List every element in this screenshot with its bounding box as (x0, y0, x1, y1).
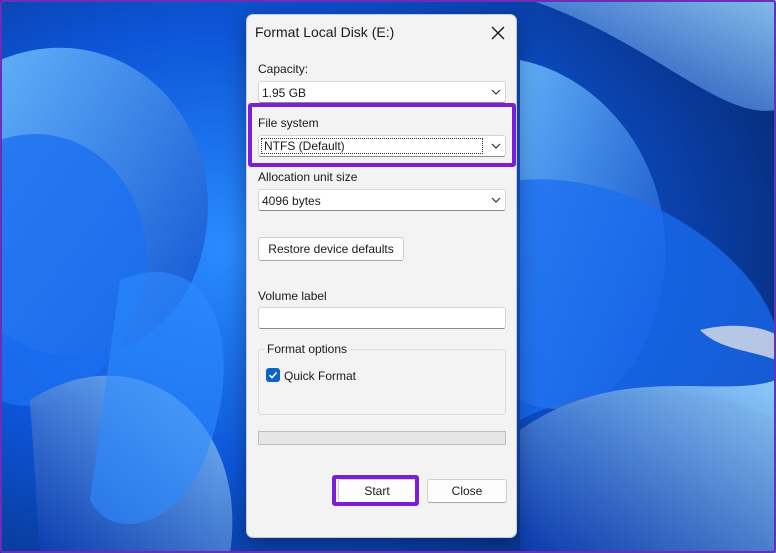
chevron-down-icon (491, 89, 501, 95)
capacity-label: Capacity: (258, 62, 309, 76)
format-progress-bar (258, 431, 506, 445)
checkmark-icon (268, 371, 278, 379)
allocation-select[interactable]: 4096 bytes (258, 189, 506, 211)
format-options-title: Format options (265, 342, 350, 356)
chevron-down-icon (491, 197, 501, 203)
restore-defaults-button[interactable]: Restore device defaults (258, 237, 404, 261)
file-system-label: File system (258, 116, 319, 130)
dialog-title: Format Local Disk (E:) (255, 24, 395, 40)
format-dialog: Format Local Disk (E:) Capacity: 1.95 GB… (246, 14, 517, 538)
close-icon[interactable] (485, 21, 511, 45)
start-button[interactable]: Start (338, 479, 416, 503)
chevron-down-icon (491, 143, 501, 149)
volume-label-label: Volume label (258, 289, 327, 303)
file-system-value: NTFS (Default) (261, 138, 483, 154)
close-button[interactable]: Close (427, 479, 507, 503)
allocation-label: Allocation unit size (258, 170, 358, 184)
capacity-value: 1.95 GB (262, 86, 307, 100)
capacity-select[interactable]: 1.95 GB (258, 81, 506, 103)
quick-format-label[interactable]: Quick Format (284, 369, 356, 383)
quick-format-checkbox[interactable] (266, 368, 280, 382)
volume-label-input[interactable] (258, 307, 506, 329)
allocation-value: 4096 bytes (262, 194, 321, 208)
file-system-select[interactable]: NTFS (Default) (258, 135, 506, 157)
